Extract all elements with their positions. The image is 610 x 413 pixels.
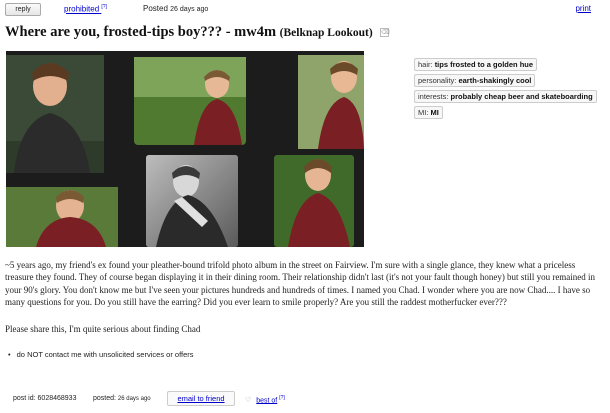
posted-label: Posted [143,4,168,13]
attr-interests: interests: probably cheap beer and skate… [414,90,597,103]
attr-label: interests: [418,92,449,101]
photo-album-image [6,51,364,247]
attr-mi: MI: MI [414,106,443,119]
posting-footer: post id: 6028468933 posted: 26 days ago … [0,390,610,408]
notice-item: do NOT contact me with unsolicited servi… [8,350,194,359]
posting-attributes: hair: tips frosted to a golden hue perso… [414,58,597,122]
print-link[interactable]: print [575,4,591,13]
posting-body: ~5 years ago, my friend's ex found your … [5,260,596,307]
posted-ago: 26 days ago [170,6,209,13]
photo-window-5 [146,155,238,247]
posting-location: (Belknap Lookout) [279,27,373,39]
photo-window-1 [6,55,104,173]
post-id-label: post id: [13,395,36,402]
notices-list: do NOT contact me with unsolicited servi… [8,350,194,359]
posted-date: Posted 26 days ago [143,4,208,13]
photo-window-3 [298,55,364,149]
attr-label: MI: [418,108,429,117]
posting-share-line: Please share this, I'm quite serious abo… [5,324,201,334]
posting-title: Where are you, frosted-tips boy??? - mw4… [5,24,390,41]
footer-posted: posted: 26 days ago [93,395,151,402]
hide-posting-icon[interactable]: ⌫ [380,28,390,38]
best-of-label[interactable]: best of [256,397,277,404]
best-of-link[interactable]: ♡ best of [?] [245,395,285,404]
footer-posted-label: posted: [93,395,116,402]
photo-window-2 [134,57,246,145]
heart-icon[interactable]: ♡ [245,397,251,404]
flag-prohibited-link[interactable]: prohibited [?] [64,4,107,14]
attr-value: earth-shakingly cool [458,76,532,85]
attr-personality: personality: earth-shakingly cool [414,74,536,87]
posting-photo[interactable] [6,51,364,247]
attr-label: hair: [418,60,433,69]
reply-button[interactable]: reply [5,3,41,16]
prohibited-label[interactable]: prohibited [64,5,99,14]
attr-value: tips frosted to a golden hue [434,60,534,69]
attr-value: probably cheap beer and skateboarding [450,92,593,101]
photo-window-6 [274,155,354,247]
posting-title-text: Where are you, frosted-tips boy??? - mw4… [5,24,277,40]
attr-label: personality: [418,76,457,85]
post-id-value: 6028468933 [37,395,77,402]
email-to-friend-button[interactable]: email to friend [167,391,235,406]
attr-hair: hair: tips frosted to a golden hue [414,58,538,71]
posting-topbar: reply prohibited [?] Posted 26 days ago … [0,0,610,18]
post-id: post id: 6028468933 [13,395,76,402]
help-icon[interactable]: [?] [101,4,107,10]
help-icon[interactable]: [?] [279,395,285,401]
attr-value: MI [430,108,439,117]
photo-window-4 [6,187,118,247]
footer-posted-ago: 26 days ago [117,396,151,402]
